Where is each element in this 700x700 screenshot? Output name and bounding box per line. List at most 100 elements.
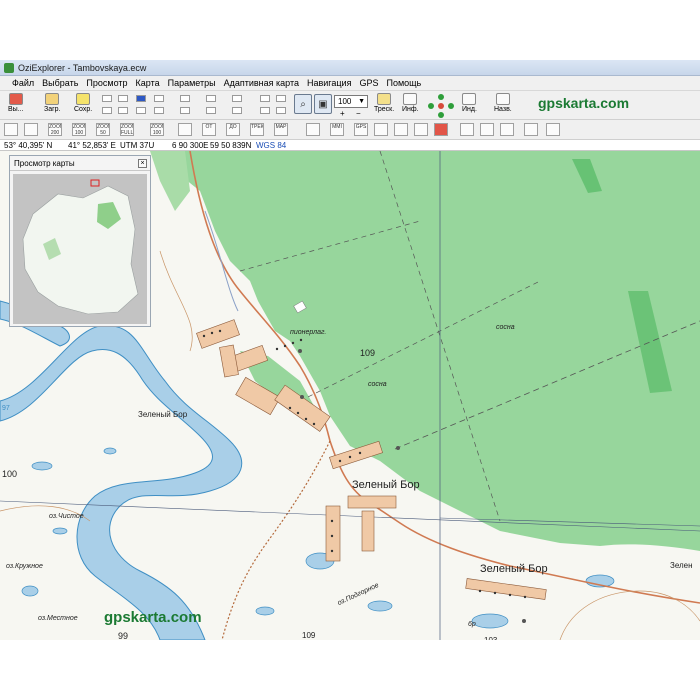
track-button[interactable]: Треск.: [374, 93, 394, 113]
lake-1: [31, 461, 53, 471]
label-6r: 6р: [468, 621, 476, 628]
zoom-100-button[interactable]: ZOOM 100: [72, 123, 86, 136]
map-small-button[interactable]: MAP: [274, 123, 288, 136]
menu-help[interactable]: Помощь: [386, 78, 421, 88]
center-icon[interactable]: [438, 103, 444, 109]
open-folder-icon: [45, 93, 60, 105]
stop-icon[interactable]: [434, 123, 448, 136]
navigation-arrows[interactable]: [428, 94, 454, 118]
status-bar: 53° 40,395' N 41° 52,853' E UTM 37U 6 90…: [0, 140, 700, 151]
chevron-down-icon: ▼: [358, 98, 365, 105]
forest-area-left: [150, 151, 190, 211]
name-icon: [495, 93, 510, 105]
menu-navigation[interactable]: Навигация: [307, 78, 351, 88]
name-search-icon[interactable]: [260, 95, 270, 102]
zoom-full-button[interactable]: ZOOM FULL: [120, 123, 134, 136]
compass-icon[interactable]: [374, 123, 388, 136]
track-small-button[interactable]: ТРЕК: [250, 123, 264, 136]
index-button[interactable]: Инд.: [462, 93, 477, 113]
window-title: OziExplorer - Tambovskaya.ecw: [18, 62, 147, 73]
menu-file[interactable]: Файл: [12, 78, 34, 88]
label-zeleny-bor-center: Зеленый Бор: [352, 479, 420, 491]
map-export-icon[interactable]: [546, 123, 560, 136]
name-list-icon[interactable]: [260, 107, 270, 114]
waypoint-list-icon[interactable]: [102, 107, 112, 114]
info-button[interactable]: Инф.: [402, 93, 419, 113]
zoom-window-button[interactable]: ▣: [314, 94, 332, 114]
gps-small-button[interactable]: GPS: [354, 123, 368, 136]
label-pionerlag: пионерлаг.: [290, 329, 327, 336]
track-to-icon[interactable]: [180, 107, 190, 114]
menu-bar: Файл Выбрать Просмотр Карта Параметры Ад…: [0, 76, 700, 90]
route-list-icon[interactable]: [136, 107, 146, 114]
polyline-icon[interactable]: [232, 95, 242, 102]
info-label: Инф.: [402, 106, 419, 113]
polyline-list-icon[interactable]: [232, 107, 242, 114]
map-refresh-icon[interactable]: [524, 123, 538, 136]
arrow-right-icon[interactable]: [448, 103, 454, 109]
overview-map[interactable]: [13, 174, 147, 324]
zoom-100b-button[interactable]: ZOOM 100: [150, 123, 164, 136]
close-icon[interactable]: ×: [138, 159, 147, 168]
overview-title: Просмотр карты: [14, 159, 75, 168]
map-toggle-icon[interactable]: [178, 123, 192, 136]
load-button[interactable]: Загр.: [44, 93, 61, 113]
magnifier-icon: ⌕: [300, 98, 306, 110]
route-icon[interactable]: [136, 95, 146, 102]
label-zeleny-bor-east: Зеленый Бор: [480, 563, 548, 575]
graph-icon[interactable]: [480, 123, 494, 136]
lake-8: [471, 613, 509, 629]
zoom-50-button[interactable]: ZOOM 50: [96, 123, 110, 136]
signal-icon[interactable]: [500, 123, 514, 136]
arrow-down-icon[interactable]: [438, 112, 444, 118]
arrow-left-icon[interactable]: [428, 103, 434, 109]
overview-map-canvas: [13, 174, 147, 324]
menu-moving-map[interactable]: Адаптивная карта: [224, 78, 299, 88]
index-label: Инд.: [462, 106, 477, 113]
zoom-plus-icon[interactable]: +: [340, 109, 345, 118]
zoom-minus-icon[interactable]: −: [356, 109, 361, 118]
zoom-in-button[interactable]: ⌕: [294, 94, 312, 114]
track-icon: [377, 93, 392, 105]
name-label: Назв.: [494, 106, 512, 113]
label-sosna-1: сосна: [496, 324, 515, 331]
zoom-level-select[interactable]: 100 ▼: [334, 95, 368, 108]
label-height-97: 97: [2, 405, 10, 412]
zoom-200-button[interactable]: ZOOM 200: [48, 123, 62, 136]
menu-settings[interactable]: Параметры: [168, 78, 216, 88]
proximity-list-icon[interactable]: [206, 107, 216, 114]
to-button[interactable]: ДО: [226, 123, 240, 136]
from-button[interactable]: ОТ: [202, 123, 216, 136]
title-bar: OziExplorer - Tambovskaya.ecw: [0, 60, 700, 76]
track-from-icon[interactable]: [180, 95, 190, 102]
status-northing: 59 50 839N: [210, 141, 252, 150]
grid-icon[interactable]: [276, 95, 286, 102]
proximity-icon[interactable]: [206, 95, 216, 102]
anchor-icon[interactable]: [414, 123, 428, 136]
secondary-toolbar: ZOOM 200 ZOOM 100 ZOOM 50 ZOOM FULL ZOOM…: [0, 120, 700, 140]
waypoint-icon[interactable]: [102, 95, 112, 102]
name-button[interactable]: Назв.: [494, 93, 512, 113]
menu-view[interactable]: Просмотр: [86, 78, 127, 88]
mmi-button[interactable]: MMI: [330, 123, 344, 136]
move-map-alt-icon[interactable]: [24, 123, 38, 136]
chart-icon[interactable]: [460, 123, 474, 136]
track-list-icon[interactable]: [154, 107, 164, 114]
move-map-icon[interactable]: [4, 123, 18, 136]
label-lake-mestnoe: оз.Местное: [38, 615, 78, 622]
menu-select[interactable]: Выбрать: [42, 78, 78, 88]
menu-map[interactable]: Карта: [136, 78, 160, 88]
waypoint-small-icon[interactable]: [306, 123, 320, 136]
layers-icon[interactable]: [276, 107, 286, 114]
contour-line-3: [159, 250, 193, 352]
save-button[interactable]: Сохр.: [74, 93, 92, 113]
event-list-icon[interactable]: [118, 107, 128, 114]
arrow-up-icon[interactable]: [438, 94, 444, 100]
menu-gps[interactable]: GPS: [359, 78, 378, 88]
map-overview-panel[interactable]: Просмотр карты ×: [9, 155, 151, 327]
exit-button[interactable]: Вы...: [8, 93, 24, 113]
circle-icon[interactable]: [394, 123, 408, 136]
event-icon[interactable]: [118, 95, 128, 102]
track-add-icon[interactable]: [154, 95, 164, 102]
index-icon: [462, 93, 477, 105]
